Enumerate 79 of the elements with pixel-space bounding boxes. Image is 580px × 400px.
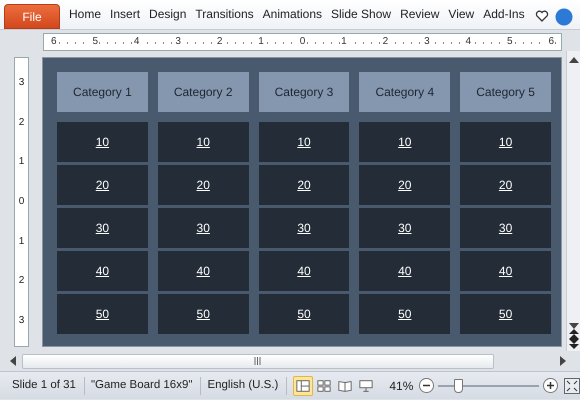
point-link[interactable]: 10 (398, 133, 412, 151)
ribbon-tab[interactable]: Slide Show (326, 5, 396, 29)
ribbon-tab[interactable]: Animations (258, 5, 326, 29)
scroll-right-icon[interactable] (560, 356, 566, 366)
point-link[interactable]: 10 (196, 133, 210, 151)
zoom-level: 41% (389, 378, 414, 394)
ribbon-tab[interactable]: Review (395, 5, 444, 29)
point-link[interactable]: 10 (96, 133, 110, 151)
point-link[interactable]: 50 (196, 305, 210, 323)
ruler-number: 2 (216, 37, 224, 47)
ruler-number: 6 (50, 37, 58, 47)
point-link[interactable]: 30 (196, 219, 210, 237)
ribbon-tab[interactable]: Transitions (190, 5, 258, 29)
ribbon-tab[interactable]: Design (144, 5, 190, 29)
ruler-number: 2 (382, 37, 390, 47)
point-link[interactable]: 20 (498, 176, 512, 194)
file-tab[interactable]: File (4, 4, 60, 29)
ruler-number: 2 (18, 276, 24, 286)
fit-to-window-icon[interactable] (564, 378, 580, 394)
point-link[interactable]: 40 (196, 262, 210, 280)
ruler-number: 2 (18, 118, 24, 128)
point-link[interactable]: 40 (498, 262, 512, 280)
ruler-number: 4 (464, 37, 472, 47)
point-link[interactable]: 20 (196, 176, 210, 194)
ruler-number: 5 (91, 37, 100, 47)
scroll-left-icon[interactable] (10, 356, 16, 366)
help-icon[interactable] (554, 8, 573, 26)
ruler-number: 3 (423, 37, 431, 47)
ruler-number: 5 (506, 37, 514, 47)
point-link[interactable]: 20 (297, 176, 311, 194)
category-header: Category 4 (359, 72, 450, 112)
point-link[interactable]: 20 (96, 176, 110, 194)
plus-icon (546, 381, 556, 390)
ruler-number: 1 (340, 37, 348, 47)
ribbon-tab[interactable]: Home (64, 5, 106, 29)
ruler-number: 4 (132, 37, 140, 47)
slider-thumb[interactable] (454, 378, 464, 392)
scroll-up-icon[interactable] (568, 57, 578, 63)
point-link[interactable]: 50 (297, 305, 311, 323)
category-header: Category 5 (460, 72, 551, 112)
point-link[interactable]: 30 (498, 219, 512, 237)
point-link[interactable]: 50 (398, 305, 412, 323)
ruler-number: 0 (18, 196, 24, 207)
language: English (U.S.) (201, 376, 288, 394)
ruler-number: 3 (18, 78, 24, 88)
point-link[interactable]: 40 (398, 262, 412, 280)
point-link[interactable]: 10 (297, 133, 311, 151)
ribbon-tab[interactable]: View (443, 5, 478, 29)
point-link[interactable]: 10 (498, 133, 512, 151)
ruler-number: 1 (18, 157, 24, 168)
point-link[interactable]: 50 (96, 305, 110, 323)
point-link[interactable]: 20 (398, 176, 412, 194)
category-header: Category 3 (258, 72, 350, 112)
ruler-number: 3 (174, 37, 182, 47)
normal-view-icon[interactable] (293, 376, 314, 396)
slide-counter: Slide 1 of 31 (6, 376, 85, 394)
scroll-down-icon[interactable] (568, 323, 578, 329)
category-header: Category 1 (57, 72, 148, 112)
point-link[interactable]: 50 (498, 305, 512, 323)
previous-slide-icon[interactable] (568, 329, 578, 339)
point-link[interactable]: 30 (96, 219, 110, 237)
ribbon-tab[interactable]: Add-Ins (478, 5, 529, 29)
theme-name: "Game Board 16x9" (84, 376, 202, 394)
point-link[interactable]: 40 (96, 262, 110, 280)
ruler-number: 1 (18, 236, 24, 247)
point-link[interactable]: 30 (297, 219, 311, 237)
ruler-number: 0 (298, 37, 306, 47)
point-link[interactable]: 40 (297, 262, 311, 280)
next-slide-icon[interactable] (568, 339, 578, 349)
ruler-number: 1 (257, 37, 265, 47)
ribbon-tab[interactable]: Insert (105, 5, 144, 29)
heart-icon[interactable] (534, 9, 549, 23)
point-link[interactable]: 30 (398, 219, 412, 237)
ruler-number: 3 (18, 316, 24, 326)
scrollbar-thumb[interactable] (22, 354, 494, 368)
zoom-out-button[interactable] (419, 378, 434, 393)
zoom-in-button[interactable] (543, 378, 558, 393)
ruler-number: 6 (547, 37, 555, 47)
category-header: Category 2 (158, 72, 249, 112)
